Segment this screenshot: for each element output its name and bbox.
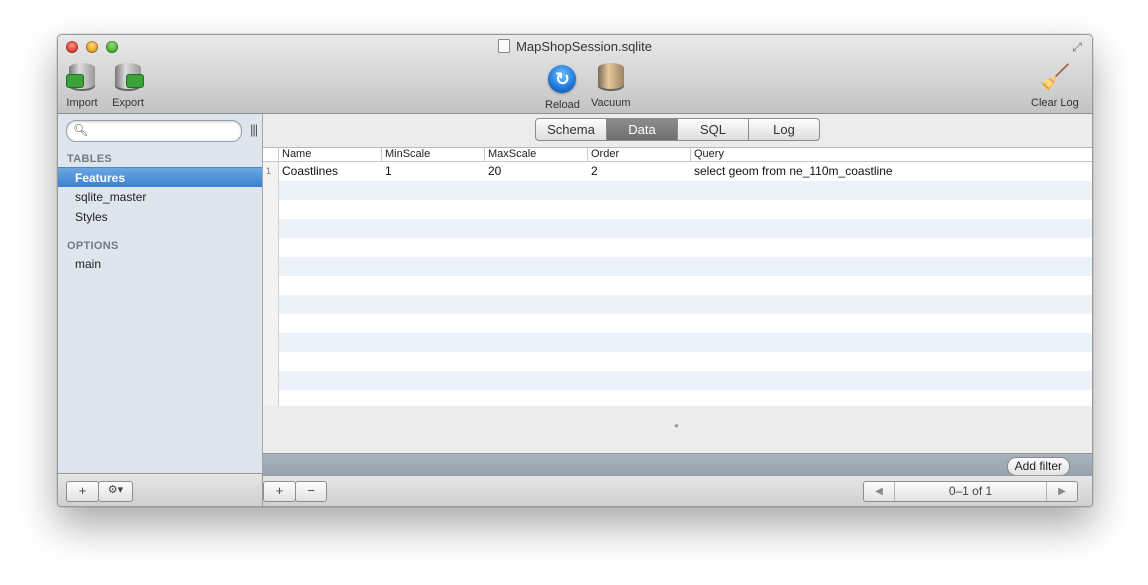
cell-name[interactable]: Coastlines: [282, 162, 338, 181]
pagination: ◀ 0–1 of 1 ▶: [863, 481, 1078, 502]
window-title-text: MapShopSession.sqlite: [516, 39, 652, 54]
empty-row: [279, 314, 1092, 333]
reload-icon: ↻: [546, 65, 578, 97]
cell-query[interactable]: select geom from ne_110m_coastline: [694, 162, 893, 181]
vacuum-label: Vacuum: [591, 97, 631, 109]
app-window: MapShopSession.sqlite ⤢ Import Export ↻ …: [57, 34, 1093, 507]
title-toolbar: MapShopSession.sqlite ⤢ Import Export ↻ …: [58, 35, 1092, 114]
fullscreen-icon[interactable]: ⤢: [1070, 40, 1084, 54]
import-database-icon: [66, 63, 98, 95]
split-handle-icon[interactable]: |||: [250, 122, 258, 137]
empty-row: [279, 276, 1092, 295]
search-icon: 🔍︎: [73, 123, 89, 137]
split-divider-handle[interactable]: ●: [674, 421, 679, 430]
sidebar: 🔍︎ ||| TABLES Features sqlite_master Sty…: [58, 114, 263, 473]
column-header-order[interactable]: Order: [587, 148, 690, 161]
remove-row-button[interactable]: −: [295, 481, 327, 502]
next-page-button[interactable]: ▶: [1046, 482, 1077, 501]
tab-schema[interactable]: Schema: [536, 119, 607, 140]
reload-button[interactable]: ↻ Reload: [545, 63, 580, 111]
sidebar-item-main[interactable]: main: [58, 254, 262, 274]
empty-row: [279, 333, 1092, 352]
add-table-button[interactable]: +: [66, 481, 99, 502]
tab-data[interactable]: Data: [607, 119, 678, 140]
clear-log-label: Clear Log: [1031, 97, 1079, 109]
tab-log[interactable]: Log: [749, 119, 819, 140]
search-input[interactable]: [89, 123, 238, 140]
main-panel: Schema Data SQL Log Name MinScale MaxSca…: [263, 114, 1092, 506]
export-label: Export: [112, 97, 144, 109]
table-row[interactable]: [279, 162, 1092, 181]
vacuum-icon: [595, 63, 627, 95]
view-tabs: Schema Data SQL Log: [535, 118, 820, 141]
add-row-button[interactable]: +: [263, 481, 296, 502]
empty-row: [279, 257, 1092, 276]
previous-page-button[interactable]: ◀: [864, 482, 895, 501]
column-header-maxscale[interactable]: MaxScale: [484, 148, 587, 161]
column-header-name[interactable]: Name: [278, 148, 381, 161]
empty-row: [279, 200, 1092, 219]
import-label: Import: [66, 97, 98, 109]
export-database-icon: [112, 63, 144, 95]
options-header: OPTIONS: [67, 240, 119, 252]
cell-order[interactable]: 2: [591, 162, 598, 181]
sidebar-item-features[interactable]: Features: [58, 167, 262, 187]
filter-bar: Add filter: [263, 453, 1092, 476]
sidebar-footer: + ⚙▾: [58, 473, 263, 506]
document-icon: [498, 39, 511, 53]
main-footer: + − ◀ 0–1 of 1 ▶: [263, 475, 1092, 506]
search-field[interactable]: 🔍︎: [66, 120, 242, 142]
empty-row: [279, 295, 1092, 314]
tables-header: TABLES: [67, 153, 112, 165]
clear-log-button[interactable]: 🧹 Clear Log: [1031, 63, 1079, 109]
table-header: Name MinScale MaxScale Order Query: [263, 148, 1092, 162]
empty-row: [279, 371, 1092, 390]
cell-maxscale[interactable]: 20: [488, 162, 501, 181]
cell-minscale[interactable]: 1: [385, 162, 392, 181]
empty-row: [279, 238, 1092, 257]
empty-row: [279, 219, 1092, 238]
reload-label: Reload: [545, 99, 580, 111]
column-header-minscale[interactable]: MinScale: [381, 148, 484, 161]
window-title: MapShopSession.sqlite: [58, 39, 1092, 54]
table-actions-gear-button[interactable]: ⚙▾: [98, 481, 133, 502]
sidebar-item-sqlite-master[interactable]: sqlite_master: [58, 187, 262, 207]
tab-sql[interactable]: SQL: [678, 119, 749, 140]
sidebar-item-styles[interactable]: Styles: [58, 207, 262, 227]
export-button[interactable]: Export: [112, 63, 144, 109]
column-header-query[interactable]: Query: [690, 148, 1092, 161]
page-range-label: 0–1 of 1: [948, 484, 993, 498]
empty-row: [279, 181, 1092, 200]
vacuum-button[interactable]: Vacuum: [591, 63, 631, 109]
add-filter-button[interactable]: Add filter: [1006, 457, 1070, 476]
row-number: 1: [266, 166, 272, 176]
broom-icon: 🧹: [1040, 64, 1071, 91]
row-number-column: [263, 162, 279, 406]
import-button[interactable]: Import: [66, 63, 98, 109]
data-table: Name MinScale MaxScale Order Query 1 Coa…: [263, 147, 1092, 406]
empty-row: [279, 352, 1092, 371]
